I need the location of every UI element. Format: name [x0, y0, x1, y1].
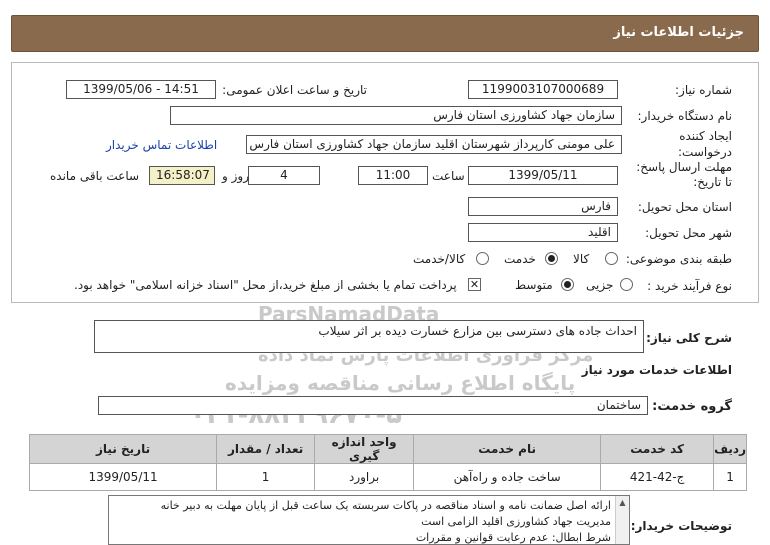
deadline-label-2: تا تاریخ:: [693, 175, 732, 189]
category-option-service: خدمت: [504, 252, 536, 266]
creator-field: علی مومنی کارپرداز شهرستان اقلید سازمان …: [246, 135, 622, 154]
col-unit: واحد اندازه گیری: [314, 434, 415, 464]
need-number-label: شماره نیاز:: [675, 83, 732, 97]
cell-unit: براورد: [314, 463, 415, 491]
category-option-goods: کالا: [573, 252, 590, 266]
days-label: روز و: [222, 169, 249, 183]
service-group-field: ساختمان: [98, 396, 648, 415]
service-group-label: گروه خدمت:: [652, 399, 732, 414]
page-header: جزئیات اطلاعات نیاز: [11, 15, 759, 52]
city-label: شهر محل تحویل:: [645, 226, 732, 240]
treasury-payment-checkbox[interactable]: ✕: [468, 278, 481, 291]
creator-label-2: درخواست:: [678, 145, 732, 159]
category-label: طبقه بندی موضوعی:: [625, 252, 732, 266]
services-table: ردیف کد خدمت نام خدمت واحد اندازه گیری ت…: [28, 434, 747, 491]
summary-field: احداث جاده های دسترسی بین مزارع خسارت دی…: [94, 320, 644, 353]
province-field: فارس: [468, 197, 618, 216]
deadline-time-label: ساعت: [432, 169, 465, 183]
deadline-label-1: مهلت ارسال پاسخ:: [636, 160, 732, 174]
cell-service-code: ج-42-421: [600, 463, 715, 491]
process-radio-medium[interactable]: [561, 278, 574, 291]
announce-date-field: 1399/05/06 - 14:51: [66, 80, 216, 99]
buyer-notes-label: توضیحات خریدار:: [630, 519, 732, 533]
buyer-notes-box[interactable]: ارائه اصل ضمانت نامه و اسناد مناقصه در پ…: [108, 495, 630, 545]
remaining-time-field: 16:58:07: [149, 166, 215, 185]
need-number-field: 1199003107000689: [468, 80, 618, 99]
buyer-org-field: سازمان جهاد کشاورزی استان فارس: [170, 106, 622, 125]
category-radio-service[interactable]: [545, 252, 558, 265]
process-option-medium: متوسط: [515, 278, 553, 292]
col-quantity: تعداد / مقدار: [216, 434, 316, 464]
buyer-org-label: نام دستگاه خریدار:: [637, 109, 733, 123]
summary-text: احداث جاده های دسترسی بین مزارع خسارت دی…: [318, 324, 637, 338]
services-title: اطلاعات خدمات مورد نیاز: [581, 363, 732, 377]
buyer-contact-link[interactable]: اطلاعات تماس خریدار: [106, 138, 217, 152]
announce-date-label: تاریخ و ساعت اعلان عمومی:: [222, 83, 367, 97]
treasury-payment-text: پرداخت تمام یا بخشی از مبلغ خرید،از محل …: [74, 278, 457, 292]
col-need-date: تاریخ نیاز: [28, 434, 218, 464]
cell-quantity: 1: [216, 463, 316, 491]
page-title: جزئیات اطلاعات نیاز: [613, 25, 744, 40]
buyer-notes-line-2: مدیریت جهاد کشاورزی اقلید الزامی است: [421, 515, 611, 528]
process-label: نوع فرآیند خرید :: [647, 279, 732, 293]
buyer-notes-line-3: شرط ابطال: عدم رعایت قوانین و مقررات: [415, 531, 611, 544]
buyer-notes-text: ارائه اصل ضمانت نامه و اسناد مناقصه در پ…: [109, 496, 629, 544]
creator-label-1: ایجاد کننده: [679, 129, 732, 143]
process-radio-minor[interactable]: [620, 278, 633, 291]
buyer-notes-line-1: ارائه اصل ضمانت نامه و اسناد مناقصه در پ…: [160, 499, 611, 512]
table-header-row: ردیف کد خدمت نام خدمت واحد اندازه گیری ت…: [28, 434, 747, 464]
deadline-date-field: 1399/05/11: [468, 166, 618, 185]
category-radio-goods-service[interactable]: [476, 252, 489, 265]
cell-need-date: 1399/05/11: [28, 463, 218, 491]
remaining-time-label: ساعت باقی مانده: [50, 169, 140, 183]
days-remaining-field: 4: [248, 166, 320, 185]
col-row-number: ردیف: [713, 434, 747, 464]
scroll-up-arrow-icon[interactable]: ▲: [616, 496, 629, 510]
province-label: استان محل تحویل:: [637, 200, 732, 214]
col-service-code: کد خدمت: [600, 434, 715, 464]
col-service-name: نام خدمت: [413, 434, 602, 464]
city-field: اقلید: [468, 223, 618, 242]
deadline-time-field: 11:00: [358, 166, 428, 185]
cell-service-name: ساخت جاده و راه‌آهن: [413, 463, 602, 491]
buyer-notes-scrollbar[interactable]: ▲: [615, 496, 629, 544]
cell-row-number: 1: [713, 463, 747, 491]
process-option-minor: جزیی: [586, 278, 614, 292]
watermark-line-2: پایگاه اطلاع رسانی مناقصه ومزایده: [225, 371, 576, 395]
table-row: 1 ج-42-421 ساخت جاده و راه‌آهن براورد 1 …: [28, 463, 747, 491]
category-option-goods-service: کالا/خدمت: [413, 252, 466, 266]
category-radio-goods[interactable]: [605, 252, 618, 265]
summary-label: شرح کلی نیاز:: [646, 331, 732, 345]
